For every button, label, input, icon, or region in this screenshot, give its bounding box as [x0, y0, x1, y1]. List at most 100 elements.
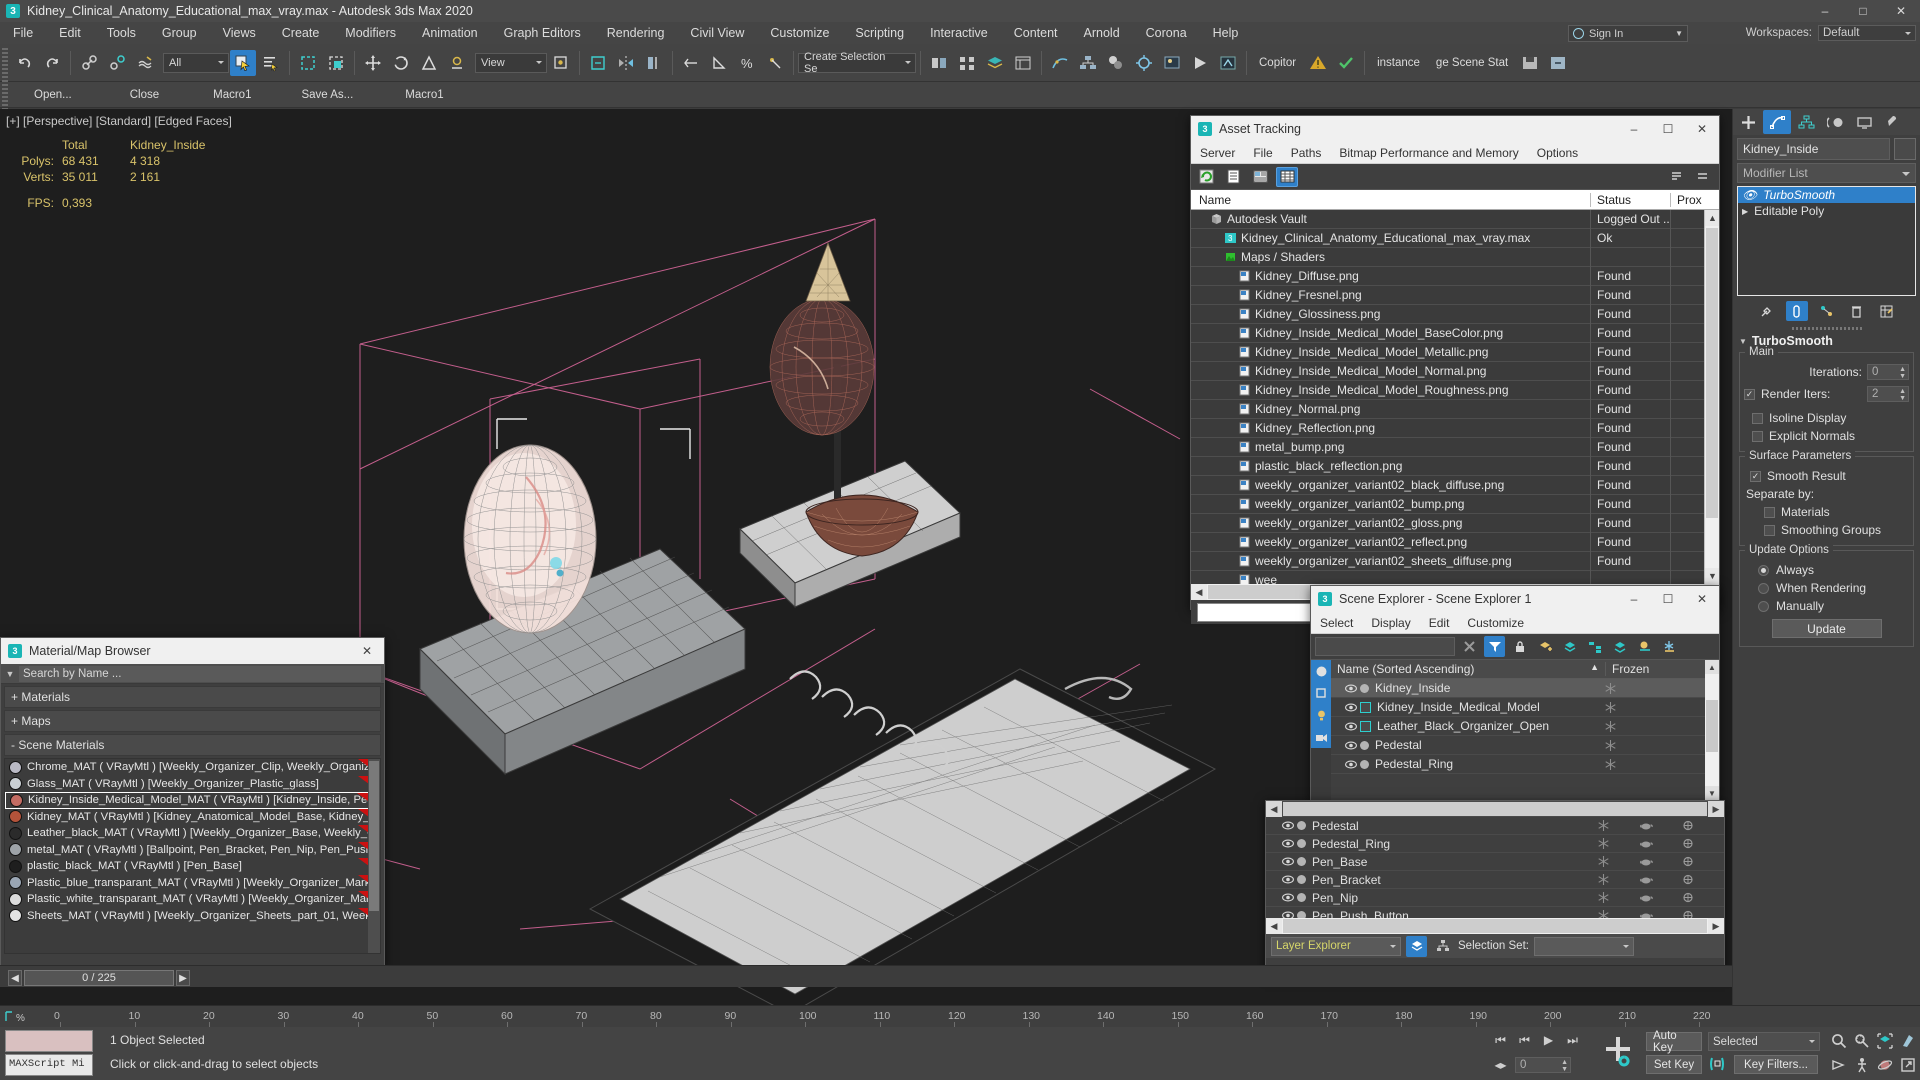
lx-frozen-toggle[interactable] — [1598, 820, 1640, 831]
copitor-label[interactable]: Copitor — [1259, 57, 1296, 69]
lx-hscroll-left-icon[interactable]: ◀ — [1266, 918, 1282, 934]
material-row[interactable]: Leather_black_MAT ( VRayMtl ) [Weekly_Or… — [5, 825, 380, 842]
menu-interactive[interactable]: Interactive — [917, 22, 1001, 44]
se-menu-customize[interactable]: Customize — [1458, 612, 1533, 634]
material-row[interactable]: Kidney_Inside_Medical_Model_MAT ( VRayMt… — [5, 792, 380, 809]
collapse-all-icon[interactable] — [1691, 167, 1713, 187]
lx-renderable-toggle[interactable] — [1640, 839, 1682, 848]
lx-hscroll-thumb[interactable] — [1283, 919, 1707, 933]
mb-close-button[interactable]: ✕ — [350, 638, 384, 664]
lx-render-toggle[interactable] — [1682, 892, 1724, 903]
field-of-view-icon[interactable] — [1897, 1030, 1918, 1051]
material-editor-icon[interactable] — [1103, 50, 1129, 76]
curve-editor-icon[interactable] — [1047, 50, 1073, 76]
asset-row[interactable]: Kidney_Inside_Medical_Model_Roughness.pn… — [1191, 380, 1719, 400]
maximize-viewport-icon[interactable] — [1897, 1054, 1918, 1075]
macro1-button[interactable]: Macro1 — [203, 85, 261, 105]
material-search-input[interactable]: Search by Name ... — [19, 665, 381, 682]
group-maps[interactable]: + Maps — [4, 710, 381, 732]
layer-manager-icon[interactable] — [982, 50, 1008, 76]
se-menu-edit[interactable]: Edit — [1420, 612, 1459, 634]
asset-row[interactable]: wee — [1191, 570, 1719, 584]
key-filter-target-combo[interactable]: Selected — [1708, 1032, 1820, 1051]
lx-render-toggle[interactable] — [1682, 820, 1724, 831]
pin-stack-icon[interactable] — [1756, 301, 1778, 321]
time-slider-track[interactable] — [0, 965, 1732, 987]
display-geometry-icon[interactable] — [1311, 682, 1331, 704]
eye-icon[interactable]: 👁 — [1742, 188, 1757, 202]
render-setup-icon[interactable] — [1131, 50, 1157, 76]
display-lights-icon[interactable] — [1311, 704, 1331, 726]
display-cameras-icon[interactable] — [1311, 726, 1331, 748]
asset-col-name[interactable]: Name — [1191, 192, 1591, 207]
show-end-result-icon[interactable] — [1785, 301, 1808, 321]
eye-icon[interactable] — [1282, 857, 1294, 866]
material-row[interactable]: Plastic_white_transparant_MAT ( VRayMtl … — [5, 891, 380, 908]
se-row-frozen-toggle[interactable] — [1605, 739, 1705, 751]
isoline-display-checkbox[interactable] — [1752, 412, 1763, 424]
select-by-name-icon[interactable] — [258, 50, 284, 76]
menu-corona[interactable]: Corona — [1133, 22, 1200, 44]
menu-group[interactable]: Group — [149, 22, 210, 44]
asset-row[interactable]: weekly_organizer_variant02_bump.png Found — [1191, 494, 1719, 514]
snap-toggle-icon[interactable] — [762, 50, 788, 76]
asset-menu-server[interactable]: Server — [1191, 142, 1244, 164]
se-col-name[interactable]: Name (Sorted Ascending) ▲ — [1331, 662, 1605, 676]
update-button[interactable]: Update — [1771, 619, 1882, 638]
asset-menu-file[interactable]: File — [1244, 142, 1281, 164]
layer-explorer-row[interactable]: Pen_Push_Button — [1266, 907, 1724, 918]
se-row-frozen-toggle[interactable] — [1605, 682, 1705, 694]
scene-explorer-row[interactable]: Leather_Black_Organizer_Open — [1331, 717, 1705, 736]
selection-set-input[interactable]: Create Selection Se — [798, 51, 916, 75]
layer-explorer-panel[interactable]: ◀ ▶ Pedestal Pedestal_Ring Pen_Base Pen_Bra… — [1265, 800, 1725, 975]
play-animation-icon[interactable]: ▶ — [1538, 1030, 1559, 1051]
mb-scroll-thumb[interactable] — [369, 761, 379, 911]
eye-icon[interactable] — [1282, 839, 1294, 848]
asset-close-button[interactable]: ✕ — [1685, 116, 1719, 142]
menu-tools[interactable]: Tools — [94, 22, 149, 44]
menu-create[interactable]: Create — [269, 22, 333, 44]
eye-icon[interactable] — [1282, 893, 1294, 902]
explicit-normals-row[interactable]: Explicit Normals — [1744, 427, 1909, 445]
light-layer-icon[interactable] — [1634, 636, 1655, 657]
isoline-display-row[interactable]: Isoline Display — [1744, 409, 1909, 427]
grid-view-icon[interactable] — [1276, 166, 1298, 187]
unlink-icon[interactable] — [104, 50, 130, 76]
when-rendering-radio[interactable] — [1758, 582, 1769, 594]
material-browser-titlebar[interactable]: 3 Material/Map Browser ✕ — [1, 638, 384, 664]
smoothing-groups-row[interactable]: Smoothing Groups — [1744, 521, 1909, 539]
lx-render-toggle[interactable] — [1682, 874, 1724, 885]
always-row[interactable]: Always — [1744, 561, 1909, 579]
spinner-arrows-icon[interactable]: ▲ ▼ — [1899, 388, 1906, 402]
lx-scroll-right-icon[interactable]: ▶ — [1708, 801, 1724, 817]
undo-icon[interactable] — [11, 50, 37, 76]
close-button[interactable]: ✕ — [1882, 0, 1920, 22]
align-icon[interactable] — [641, 50, 667, 76]
layer-explorer-row[interactable]: Pen_Nip — [1266, 889, 1724, 907]
spinner-arrows-icon[interactable]: ▲ ▼ — [1561, 1059, 1568, 1073]
redo-icon[interactable] — [39, 50, 65, 76]
asset-row[interactable]: metal_bump.png Found — [1191, 437, 1719, 457]
spinner-snap-icon[interactable] — [678, 50, 704, 76]
eye-icon[interactable] — [1345, 760, 1357, 769]
asset-minimize-button[interactable]: – — [1617, 116, 1651, 142]
percent-snap-icon[interactable]: % — [734, 50, 760, 76]
lx-hierarchy-mode-icon[interactable] — [1432, 936, 1453, 957]
zoom-extents-icon[interactable] — [1874, 1030, 1895, 1051]
menu-edit[interactable]: Edit — [46, 22, 94, 44]
menu-content[interactable]: Content — [1001, 22, 1071, 44]
list-view-icon[interactable] — [1222, 167, 1244, 187]
modifier-stack[interactable]: 👁 TurboSmooth ▶ Editable Poly — [1737, 186, 1916, 296]
link-icon[interactable] — [76, 50, 102, 76]
hierarchy-tab-icon[interactable] — [1792, 110, 1820, 134]
scene-explorer-row[interactable]: Pedestal_Ring — [1331, 755, 1705, 774]
material-row[interactable]: Glass_MAT ( VRayMtl ) [Weekly_Organizer_… — [5, 775, 380, 793]
layer-explorer-rows[interactable]: Pedestal Pedestal_Ring Pen_Base Pen_Bracket… — [1266, 817, 1724, 918]
sort-ascending-icon[interactable]: ▲ — [1590, 662, 1599, 672]
always-radio[interactable] — [1758, 564, 1769, 576]
asset-scroll-thumb[interactable] — [1706, 228, 1718, 518]
eye-icon[interactable] — [1282, 821, 1294, 830]
track-bar-mode-icon[interactable]: % — [4, 1009, 34, 1024]
vray-render-icon[interactable] — [1215, 50, 1241, 76]
detail-view-icon[interactable] — [1249, 167, 1271, 187]
